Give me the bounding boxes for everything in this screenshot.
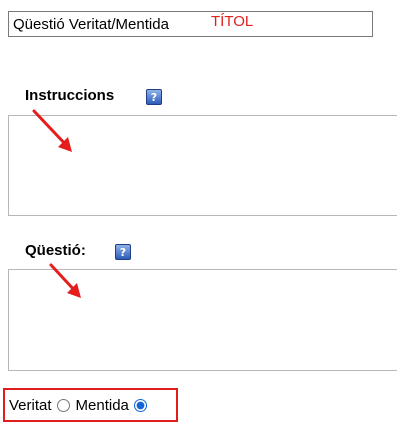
instructions-textarea[interactable] xyxy=(8,115,397,216)
title-input-value: Qüestió Veritat/Mentida xyxy=(13,15,169,33)
answer-radio-group: Veritat Mentida xyxy=(3,388,178,422)
title-input[interactable]: Qüestió Veritat/Mentida xyxy=(8,11,373,37)
option-false-label: Mentida xyxy=(75,396,129,414)
true-false-question-editor: Qüestió Veritat/Mentida TÍTOL Instruccio… xyxy=(0,0,397,434)
instructions-label: Instruccions xyxy=(25,87,115,104)
option-true-label: Veritat xyxy=(9,396,52,414)
option-true[interactable]: Veritat xyxy=(9,397,76,414)
option-false[interactable]: Mentida xyxy=(76,397,153,414)
instructions-help-icon[interactable]: ? xyxy=(146,89,162,105)
option-true-radio[interactable] xyxy=(56,398,70,412)
question-help-glyph: ? xyxy=(119,245,127,259)
title-annotation: TÍTOL xyxy=(211,13,254,30)
option-false-radio[interactable] xyxy=(133,398,147,412)
question-help-icon[interactable]: ? xyxy=(115,244,131,260)
question-label: Qüestió: xyxy=(25,242,86,259)
question-textarea[interactable] xyxy=(8,269,397,371)
instructions-help-glyph: ? xyxy=(150,90,158,104)
